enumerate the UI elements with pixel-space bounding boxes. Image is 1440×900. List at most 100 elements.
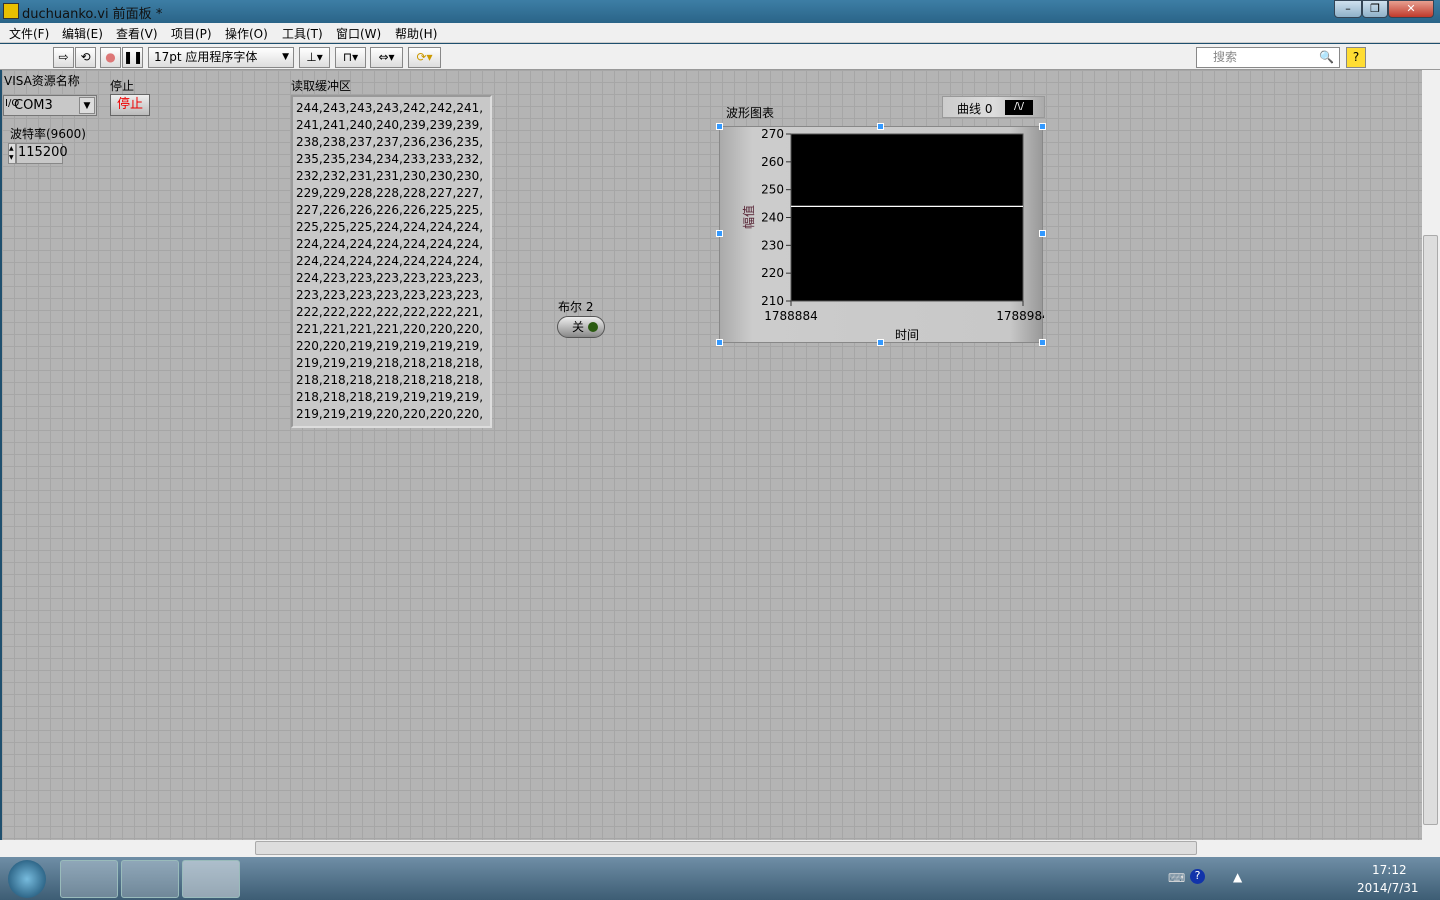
menu-window[interactable]: 窗口(W): [336, 25, 381, 42]
buffer-line: 232,232,231,231,230,230,230,: [296, 169, 484, 183]
horizontal-scrollbar[interactable]: [0, 840, 1440, 857]
baud-rate-label: 波特率(9600): [10, 127, 86, 141]
baud-rate-input[interactable]: 115200: [16, 143, 68, 164]
abort-icon[interactable]: ●: [100, 47, 121, 68]
buffer-line: 235,235,234,234,233,233,232,: [296, 152, 484, 166]
search-input[interactable]: 搜索 🔍: [1196, 47, 1340, 68]
resize-handle[interactable]: [877, 339, 884, 346]
buffer-line: 222,222,222,222,222,222,221,: [296, 305, 484, 319]
show-hidden-icons[interactable]: ▲: [1233, 870, 1242, 884]
labview-vi-icon: [3, 3, 19, 19]
resize-handle[interactable]: [1039, 339, 1046, 346]
start-button[interactable]: [8, 860, 46, 898]
menu-help[interactable]: 帮助(H): [395, 25, 437, 42]
y-tick-label: 230: [761, 238, 784, 252]
clock-date[interactable]: 2014/7/31: [1357, 881, 1419, 895]
clock-time[interactable]: 17:12: [1372, 863, 1407, 877]
resize-objects-button[interactable]: ⇔▾: [370, 47, 403, 68]
buffer-line: 218,218,218,218,218,218,218,: [296, 373, 484, 387]
help-tray-icon[interactable]: ?: [1190, 869, 1205, 884]
buffer-line: 224,224,224,224,224,224,224,: [296, 237, 484, 251]
minimize-button[interactable]: –: [1334, 0, 1362, 18]
search-placeholder: 搜索: [1213, 50, 1238, 64]
buffer-line: 241,241,240,240,239,239,239,: [296, 118, 484, 132]
reorder-button[interactable]: ⟳▾: [408, 47, 441, 68]
resize-handle[interactable]: [716, 339, 723, 346]
search-icon: 🔍: [1319, 50, 1334, 64]
align-objects-button[interactable]: ⊥▾: [299, 47, 330, 68]
stop-label: 停止: [110, 79, 135, 93]
buffer-line: 244,243,243,243,242,242,241,: [296, 101, 484, 115]
buffer-line: 224,223,223,223,223,223,223,: [296, 271, 484, 285]
taskbar: ⌨ ? ▲ 17:12 2014/7/31: [0, 857, 1440, 900]
boolean-label: 布尔 2: [558, 300, 594, 314]
read-buffer-label: 读取缓冲区: [291, 79, 352, 93]
menu-file[interactable]: 文件(F): [9, 25, 49, 42]
font-select-value: 17pt 应用程序字体: [154, 50, 258, 64]
taskbar-app-browser[interactable]: [60, 860, 118, 898]
stop-button[interactable]: 停止: [110, 94, 150, 116]
taskbar-app-labview[interactable]: [182, 860, 240, 898]
vertical-scrollbar[interactable]: [1422, 70, 1440, 840]
legend-label: 曲线 0: [957, 102, 993, 116]
taskbar-app-explorer[interactable]: [121, 860, 179, 898]
context-help-icon[interactable]: ?: [1346, 47, 1366, 68]
distribute-objects-button[interactable]: ⊓▾: [335, 47, 366, 68]
run-arrow-icon[interactable]: ⇨: [53, 47, 74, 68]
read-buffer-indicator[interactable]: 244,243,243,243,242,242,241, 241,241,240,…: [291, 95, 492, 428]
baud-rate-stepper[interactable]: ▲ ▼: [8, 143, 16, 164]
front-panel: [2, 70, 1422, 840]
buffer-line: 219,219,219,220,220,220,220,: [296, 407, 484, 421]
visa-resource-value: COM3: [14, 98, 53, 113]
buffer-line: 219,219,219,218,218,218,218,: [296, 356, 484, 370]
menu-edit[interactable]: 编辑(E): [62, 25, 103, 42]
baud-rate-value: 115200: [18, 145, 68, 160]
buffer-line: 224,224,224,224,224,224,224,: [296, 254, 484, 268]
y-tick-label: 250: [761, 183, 784, 197]
buffer-line: 218,218,218,219,219,219,219,: [296, 390, 484, 404]
title-bar: duchuanko.vi 前面板 * – ❐ ✕: [0, 0, 1440, 23]
chart-svg: 270 260 250 240 230 220 2101788884 1788984 时间 幅值: [741, 127, 1044, 342]
vertical-scroll-thumb[interactable]: [1423, 235, 1438, 825]
plot-area: [790, 133, 1024, 302]
x-axis-label: 时间: [895, 328, 919, 342]
boolean-toggle-text: 关: [571, 320, 584, 334]
chart-title: 波形图表: [726, 106, 775, 120]
resize-handle[interactable]: [1039, 123, 1046, 130]
resize-handle[interactable]: [1039, 230, 1046, 237]
buffer-line: 225,225,225,224,224,224,224,: [296, 220, 484, 234]
boolean-toggle[interactable]: 关: [557, 316, 605, 338]
x-tick-label: 1788984: [996, 309, 1044, 323]
stop-button-text: 停止: [116, 97, 143, 112]
font-select[interactable]: 17pt 应用程序字体 ▼: [148, 47, 294, 68]
menu-tools[interactable]: 工具(T): [282, 25, 323, 42]
menu-bar: 文件(F) 编辑(E) 查看(V) 项目(P) 操作(O) 工具(T) 窗口(W…: [0, 23, 1440, 43]
run-continuously-icon[interactable]: ⟲: [75, 47, 96, 68]
x-tick-label: 1788884: [764, 309, 817, 323]
legend-plot-icon: /\/: [1005, 100, 1033, 115]
waveform-chart[interactable]: 270 260 250 240 230 220 2101788884 1788984 时间 幅值: [719, 126, 1044, 343]
horizontal-scroll-thumb[interactable]: [255, 841, 1197, 855]
led-icon: [588, 322, 598, 332]
buffer-line: 238,238,237,237,236,236,235,: [296, 135, 484, 149]
menu-view[interactable]: 查看(V): [116, 25, 158, 42]
y-tick-label: 220: [761, 266, 784, 280]
chevron-down-icon: ▼: [282, 52, 289, 62]
y-tick-label: 260: [761, 155, 784, 169]
resize-handle[interactable]: [716, 123, 723, 130]
resize-handle[interactable]: [716, 230, 723, 237]
y-tick-label: 240: [761, 211, 784, 225]
buffer-line: 223,223,223,223,223,223,223,: [296, 288, 484, 302]
pause-icon[interactable]: ❚❚: [122, 47, 143, 68]
toolbar: ⇨ ⟲ ● ❚❚ 17pt 应用程序字体 ▼ ⊥▾ ⊓▾ ⇔▾ ⟳▾ 搜索 🔍 ?: [0, 44, 1440, 107]
chevron-down-icon[interactable]: ▼: [79, 97, 95, 114]
close-button[interactable]: ✕: [1388, 0, 1434, 18]
visa-resource-select[interactable]: I/O COM3 ▼: [3, 95, 97, 116]
menu-operate[interactable]: 操作(O): [225, 25, 268, 42]
resize-handle[interactable]: [877, 123, 884, 130]
maximize-button[interactable]: ❐: [1362, 0, 1388, 18]
menu-project[interactable]: 项目(P): [171, 25, 212, 42]
keyboard-icon[interactable]: ⌨: [1168, 871, 1185, 885]
y-tick-label: 210: [761, 294, 784, 308]
buffer-line: 221,221,221,221,220,220,220,: [296, 322, 484, 336]
